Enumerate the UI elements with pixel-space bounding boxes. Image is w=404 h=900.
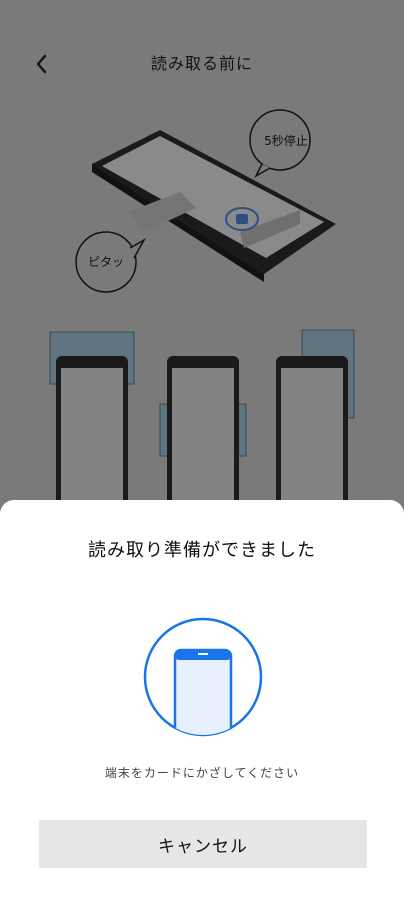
sheet-title: 読み取り準備ができました (88, 540, 316, 561)
ready-bottom-sheet: 読み取り準備ができました 端末をカードにかざしてください キャンセル (0, 500, 404, 900)
instruction-message: 端末をカードにかざしてください (104, 766, 300, 780)
phone-ready-icon (143, 617, 263, 737)
cancel-button[interactable]: キャンセル (39, 820, 367, 868)
